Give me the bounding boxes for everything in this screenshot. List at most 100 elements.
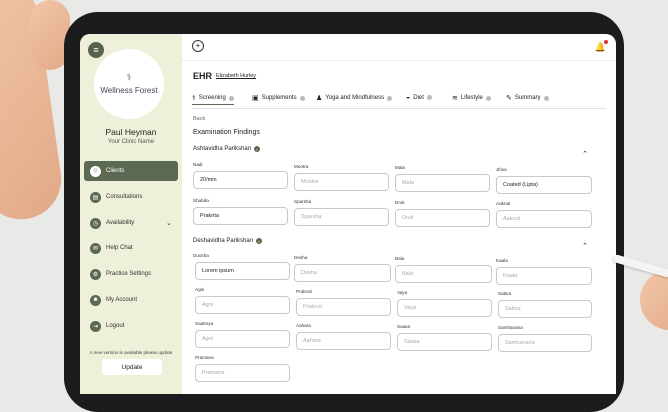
sidebar-item-practice-settings[interactable]: ⚙ Practice Settings bbox=[84, 264, 178, 284]
account-icon: ☻ bbox=[90, 294, 101, 306]
clients-icon: ☺ bbox=[90, 165, 101, 177]
tab-label: Lifestyle bbox=[460, 95, 483, 101]
sidebar-item-label: Logout bbox=[106, 323, 125, 329]
field-label: Nadi bbox=[193, 162, 203, 167]
sidebar-item-logout[interactable]: ⇥ Logout bbox=[84, 316, 178, 336]
field-label: Aahara bbox=[296, 323, 311, 328]
top-bar: + 🔔 bbox=[182, 34, 616, 61]
saasa-input[interactable]: Saasa bbox=[397, 333, 492, 351]
field-label: Pramana bbox=[195, 355, 214, 360]
field-label: Saasa bbox=[397, 324, 411, 329]
shabda-input[interactable]: Prakrita bbox=[193, 207, 288, 225]
vaya-input[interactable]: Vaya bbox=[397, 299, 492, 317]
tab-diet[interactable]: ◒ Diet bbox=[406, 94, 432, 101]
kaala-input[interactable]: Kaala bbox=[496, 267, 592, 285]
check-icon: ✓ bbox=[254, 146, 261, 152]
bala-input[interactable]: Bala bbox=[395, 265, 492, 283]
logo-text: Wellness Forest bbox=[100, 86, 158, 95]
pramana-input[interactable]: Pramana bbox=[195, 364, 290, 382]
field-label: Mala bbox=[395, 165, 405, 170]
tab-screening[interactable]: ⚕ Screening bbox=[192, 94, 234, 105]
sparsha-input[interactable]: Sparsha bbox=[294, 208, 389, 226]
agni-input[interactable]: Agni bbox=[195, 296, 290, 314]
field-label: Druk bbox=[395, 200, 405, 205]
sidebar-item-label: My Account bbox=[106, 297, 138, 303]
logout-icon: ⇥ bbox=[90, 320, 101, 332]
saatmya-input[interactable]: Agni bbox=[195, 330, 290, 348]
field-label: Sattva bbox=[498, 291, 512, 296]
aakruti-input[interactable]: Aakruti bbox=[496, 210, 592, 228]
mootra-input[interactable]: Mootra bbox=[294, 173, 389, 191]
chat-icon: ✉ bbox=[90, 242, 101, 254]
supplements-icon: ▣ bbox=[252, 95, 259, 102]
field-label: Kaala bbox=[496, 258, 508, 263]
aahara-input[interactable]: Aahara bbox=[296, 332, 391, 350]
field-label: Saatmya bbox=[195, 321, 214, 326]
tab-label: Screening bbox=[198, 95, 226, 101]
status-dot bbox=[426, 95, 432, 100]
field-label: Desha bbox=[294, 255, 308, 260]
app-screen: ≡ ⚕ Wellness Forest Paul Heyman Your Cli… bbox=[80, 34, 616, 394]
status-dot bbox=[387, 95, 393, 101]
chevron-up-icon[interactable]: ⌃ bbox=[582, 242, 588, 250]
field-label: Agni bbox=[195, 287, 205, 292]
add-icon[interactable]: + bbox=[192, 40, 204, 52]
availability-icon: ◷ bbox=[90, 217, 101, 229]
sidebar-item-clients[interactable]: ☺ Clients bbox=[84, 161, 178, 181]
field-label: Jihva bbox=[496, 167, 507, 172]
update-button[interactable]: Update bbox=[102, 359, 162, 375]
mala-input[interactable]: Mala bbox=[395, 174, 490, 192]
menu-icon[interactable]: ≡ bbox=[88, 42, 104, 58]
clinic-name: Your Clinic Name bbox=[107, 139, 155, 145]
chevron-down-icon[interactable]: ⌄ bbox=[166, 219, 172, 227]
patient-name-link[interactable]: Elizabeth Hurley bbox=[216, 73, 256, 79]
prakruti-input[interactable]: Prakruti bbox=[296, 298, 391, 316]
tab-yoga[interactable]: ♟ Yoga and Mindfulness bbox=[316, 94, 393, 102]
field-label: Samhanana bbox=[498, 325, 523, 330]
field-label: Aakruti bbox=[496, 201, 511, 206]
sidebar-item-my-account[interactable]: ☻ My Account bbox=[84, 290, 178, 310]
tab-label: Supplements bbox=[261, 95, 297, 101]
lifestyle-icon: ≋ bbox=[452, 95, 458, 102]
sidebar-item-consultations[interactable]: ▤ Consultations bbox=[84, 187, 178, 207]
ashtavidha-header[interactable]: Ashtavidha Parikshan ✓ bbox=[193, 146, 261, 152]
nadi-input[interactable]: 20/min bbox=[193, 171, 288, 189]
deshavidha-header[interactable]: Deshavidha Parikshan ✓ bbox=[193, 238, 263, 244]
tab-label: Summary bbox=[514, 95, 541, 101]
sidebar-item-label: Clients bbox=[106, 168, 125, 174]
section-heading: Ashtavidha Parikshan bbox=[193, 146, 252, 152]
samhanana-input[interactable]: Samhanana bbox=[498, 334, 592, 352]
summary-icon: ✎ bbox=[506, 95, 512, 102]
status-dot bbox=[485, 95, 491, 101]
section-heading: Deshavidha Parikshan bbox=[193, 238, 254, 244]
sidebar-item-label: Practice Settings bbox=[106, 271, 152, 277]
screening-icon: ⚕ bbox=[192, 95, 196, 102]
sidebar-item-label: Availability bbox=[106, 220, 135, 226]
doosha-input[interactable]: Lorem ipsum bbox=[195, 262, 290, 280]
clinic-logo: ⚕ Wellness Forest bbox=[94, 49, 164, 119]
right-hand bbox=[640, 270, 668, 330]
back-link[interactable]: Back bbox=[193, 116, 205, 122]
logo-mark-icon: ⚕ bbox=[126, 72, 132, 82]
chevron-up-icon[interactable]: ⌃ bbox=[582, 150, 588, 158]
druk-input[interactable]: Druk bbox=[395, 209, 490, 227]
status-dot bbox=[299, 95, 305, 101]
jihva-input[interactable]: Coated (Lipta) bbox=[496, 176, 592, 194]
sidebar-item-availability[interactable]: ◷ Availability ⌄ bbox=[84, 213, 178, 233]
sidebar-item-label: Consultations bbox=[106, 194, 143, 200]
tab-lifestyle[interactable]: ≋ Lifestyle bbox=[452, 94, 491, 102]
desha-input[interactable]: Desha bbox=[294, 264, 391, 282]
tab-supplements[interactable]: ▣ Supplements bbox=[252, 94, 305, 102]
field-label: Mootra bbox=[294, 164, 309, 169]
tab-label: Diet bbox=[413, 94, 424, 101]
section-title: Examination Findings bbox=[193, 129, 260, 136]
tab-summary[interactable]: ✎ Summary bbox=[506, 94, 549, 102]
tab-bar: ⚕ Screening ▣ Supplements ♟ Yoga and Min… bbox=[192, 94, 606, 109]
sattva-input[interactable]: Sattva bbox=[498, 300, 592, 318]
sidebar-item-help-chat[interactable]: ✉ Help Chat bbox=[84, 238, 178, 258]
diet-icon: ◒ bbox=[406, 94, 411, 101]
field-label: Sparsha bbox=[294, 199, 312, 204]
sidebar-item-label: Help Chat bbox=[106, 245, 133, 251]
user-name: Paul Heyman bbox=[105, 127, 157, 137]
tab-label: Yoga and Mindfulness bbox=[325, 95, 385, 101]
